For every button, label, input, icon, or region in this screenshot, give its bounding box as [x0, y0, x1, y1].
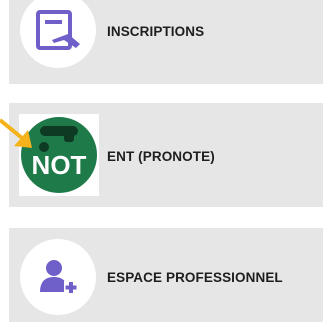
- espace-professionnel-label: ESPACE PROFESSIONNEL: [107, 270, 283, 285]
- form-edit-icon: [36, 10, 80, 50]
- icon-circle: [20, 239, 96, 315]
- espace-professionnel-link[interactable]: ESPACE PROFESSIONNEL: [9, 228, 323, 322]
- icon-circle: [20, 0, 96, 68]
- pointer-arrow-icon: [0, 118, 32, 148]
- inscriptions-link[interactable]: INSCRIPTIONS: [9, 0, 323, 84]
- ent-pronote-label: ENT (PRONOTE): [107, 149, 215, 164]
- add-user-icon: [40, 260, 78, 294]
- inscriptions-label: INSCRIPTIONS: [107, 24, 205, 39]
- ent-pronote-link[interactable]: NOT ENT (PRONOTE): [9, 103, 323, 207]
